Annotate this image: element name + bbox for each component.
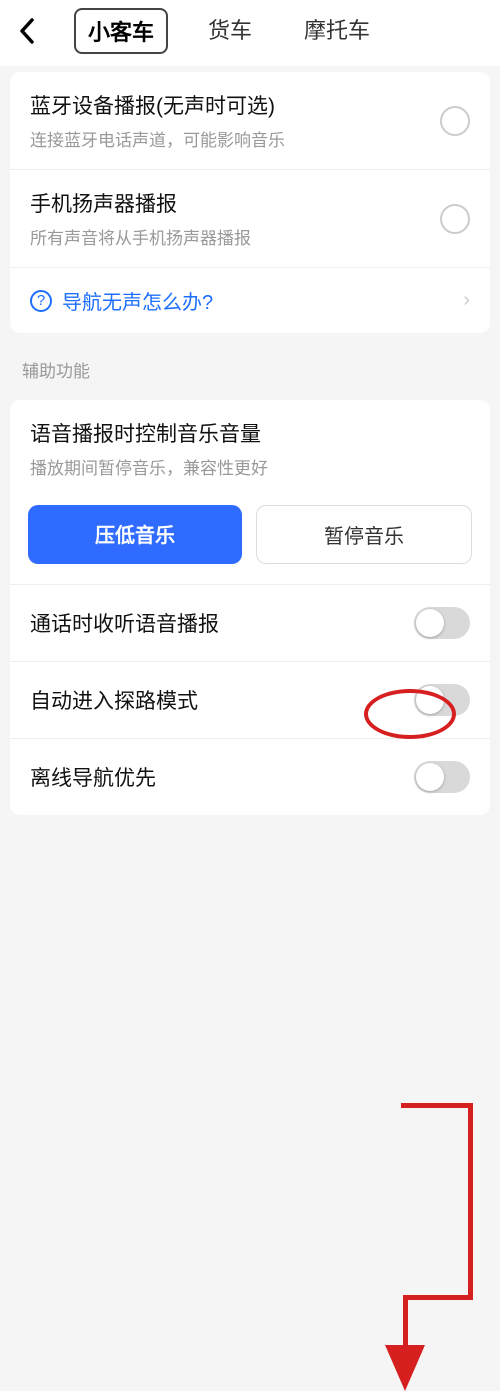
music-volume-sub: 播放期间暂停音乐，兼容性更好 [30, 454, 470, 479]
speaker-radio[interactable] [440, 204, 470, 234]
help-text: 导航无声怎么办? [62, 286, 213, 315]
toggle-row-offline: 离线导航优先 [10, 738, 490, 815]
toggle-label-explore: 自动进入探路模式 [30, 685, 198, 715]
music-option-group: 压低音乐 暂停音乐 [10, 497, 490, 584]
bluetooth-sub: 连接蓝牙电话声道，可能影响音乐 [30, 126, 440, 151]
help-row[interactable]: ? 导航无声怎么办? › [10, 267, 490, 333]
chevron-right-icon: › [463, 289, 470, 312]
audio-output-card: 蓝牙设备播报(无声时可选) 连接蓝牙电话声道，可能影响音乐 手机扬声器播报 所有… [10, 72, 490, 333]
section-assist: 辅助功能 [0, 333, 500, 394]
back-button[interactable] [10, 14, 44, 48]
tab-truck[interactable]: 货车 [196, 8, 264, 54]
seg-lower-music[interactable]: 压低音乐 [28, 505, 242, 564]
toggle-label-offline: 离线导航优先 [30, 762, 156, 792]
bluetooth-title: 蓝牙设备播报(无声时可选) [30, 90, 440, 120]
tab-motorcycle[interactable]: 摩托车 [292, 8, 382, 54]
speaker-title: 手机扬声器播报 [30, 188, 440, 218]
music-volume-row: 语音播报时控制音乐音量 播放期间暂停音乐，兼容性更好 [10, 400, 490, 497]
bluetooth-row[interactable]: 蓝牙设备播报(无声时可选) 连接蓝牙电话声道，可能影响音乐 [10, 72, 490, 169]
speaker-row[interactable]: 手机扬声器播报 所有声音将从手机扬声器播报 [10, 169, 490, 267]
seg-pause-music[interactable]: 暂停音乐 [256, 505, 472, 564]
toggle-call[interactable] [414, 607, 470, 639]
music-volume-title: 语音播报时控制音乐音量 [30, 418, 470, 448]
bluetooth-radio[interactable] [440, 106, 470, 136]
question-icon: ? [30, 290, 52, 312]
vehicle-tabs: 小客车 货车 摩托车 [74, 8, 382, 54]
toggle-offline[interactable] [414, 761, 470, 793]
toggle-row-call: 通话时收听语音播报 [10, 584, 490, 661]
toggle-explore[interactable] [414, 684, 470, 716]
toggle-row-explore: 自动进入探路模式 [10, 661, 490, 738]
assist-card: 语音播报时控制音乐音量 播放期间暂停音乐，兼容性更好 压低音乐 暂停音乐 通话时… [10, 400, 490, 815]
speaker-sub: 所有声音将从手机扬声器播报 [30, 224, 440, 249]
tab-small-car[interactable]: 小客车 [74, 8, 168, 54]
toggle-label-call: 通话时收听语音播报 [30, 608, 219, 638]
